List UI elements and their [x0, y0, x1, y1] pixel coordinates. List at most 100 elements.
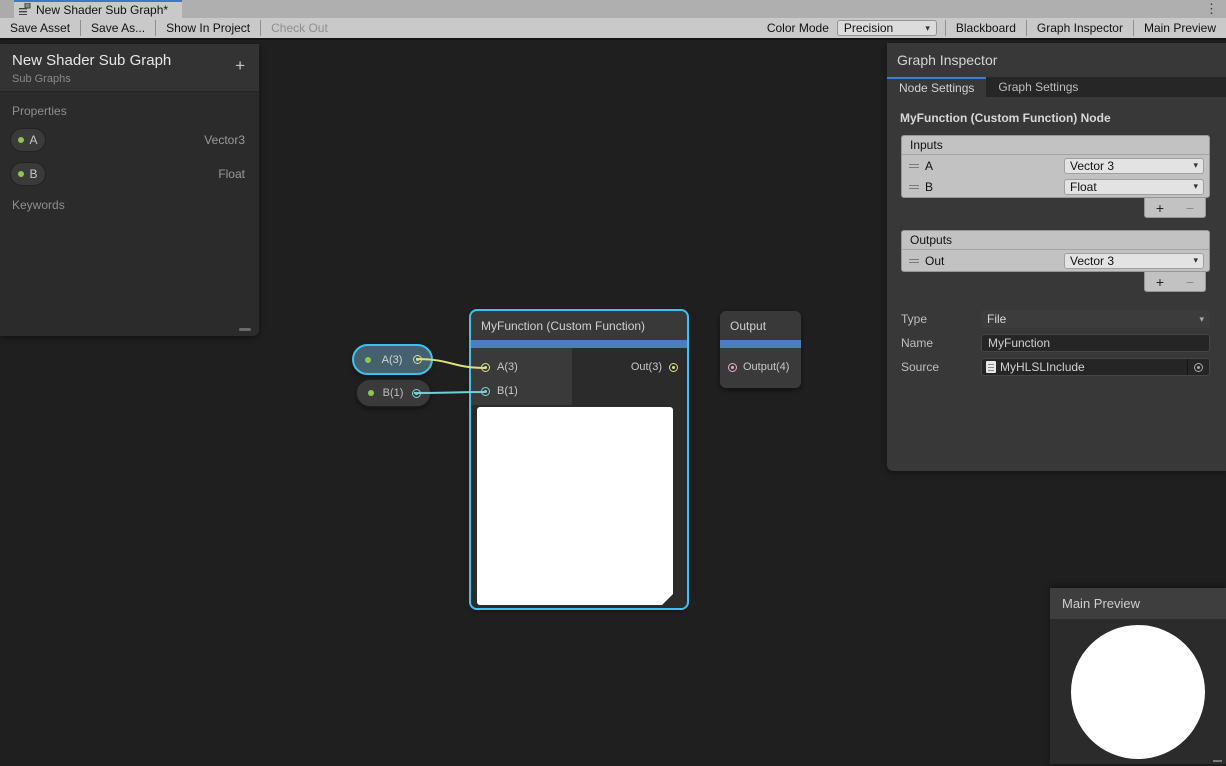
- input-port-row: B(1): [471, 379, 572, 403]
- node-title[interactable]: Output: [720, 311, 801, 340]
- node-input-ports: Output(4): [720, 348, 801, 388]
- input-port-row: Output(4): [720, 355, 801, 379]
- property-node-b[interactable]: B(1): [356, 379, 431, 407]
- graph-inspector-title: Graph Inspector: [887, 43, 1226, 77]
- input-type-value: Vector 3: [1070, 159, 1114, 173]
- outputs-list: Outputs Out Vector 3 ▾: [901, 230, 1210, 272]
- main-preview-toggle-button[interactable]: Main Preview: [1134, 18, 1226, 38]
- save-asset-button[interactable]: Save Asset: [0, 18, 80, 38]
- property-node-label: A(3): [377, 354, 407, 366]
- drag-handle-icon[interactable]: [909, 164, 919, 168]
- property-port-icon[interactable]: [412, 389, 421, 398]
- inspector-tab-bar: Node Settings Graph Settings: [887, 77, 1226, 97]
- input-type-dropdown[interactable]: Float ▾: [1064, 179, 1204, 195]
- shader-preview-sphere: [1071, 625, 1205, 759]
- tab-graph-settings[interactable]: Graph Settings: [986, 77, 1090, 97]
- input-type-dropdown[interactable]: Vector 3 ▾: [1064, 158, 1204, 174]
- outputs-list-row[interactable]: Out Vector 3 ▾: [902, 250, 1209, 271]
- input-port-label: B(1): [497, 385, 518, 397]
- output-node[interactable]: Output Output(4): [720, 311, 801, 388]
- blackboard-resize-handle[interactable]: [239, 328, 251, 331]
- drag-handle-icon[interactable]: [909, 259, 919, 263]
- chevron-down-icon: ▾: [1193, 181, 1198, 192]
- node-title[interactable]: MyFunction (Custom Function): [471, 311, 687, 340]
- name-label: Name: [901, 336, 981, 350]
- property-type: Float: [218, 167, 245, 181]
- port-output-icon[interactable]: [728, 363, 737, 372]
- preview-collapse-handle[interactable]: [662, 594, 673, 605]
- chevron-down-icon: ▾: [1199, 314, 1204, 325]
- exposed-property-dot: [365, 357, 371, 363]
- main-preview-panel: Main Preview: [1050, 588, 1226, 764]
- drag-handle-icon[interactable]: [909, 185, 919, 189]
- save-as-button[interactable]: Save As...: [81, 18, 155, 38]
- color-mode-label: Color Mode: [759, 21, 837, 35]
- input-name: A: [925, 159, 1064, 173]
- function-type-dropdown[interactable]: File ▾: [981, 310, 1210, 328]
- property-pill-b[interactable]: B: [10, 162, 46, 186]
- inputs-list-header: Inputs: [902, 136, 1209, 155]
- graph-inspector-toggle-button[interactable]: Graph Inspector: [1027, 18, 1133, 38]
- property-port-icon[interactable]: [413, 355, 422, 364]
- color-mode-dropdown[interactable]: Precision ▾: [837, 20, 937, 36]
- color-mode-value: Precision: [844, 21, 893, 35]
- property-node-label: B(1): [380, 387, 406, 399]
- sub-graph-asset-icon: [19, 3, 31, 18]
- input-port-label: A(3): [497, 361, 518, 373]
- graph-inspector-panel: Graph Inspector Node Settings Graph Sett…: [887, 43, 1226, 471]
- node-input-ports: A(3) B(1): [471, 348, 572, 405]
- output-port-row: Out(3): [572, 355, 687, 379]
- input-type-value: Float: [1070, 180, 1097, 194]
- node-ports: A(3) B(1) Out(3): [471, 348, 687, 405]
- inputs-list-row[interactable]: B Float ▾: [902, 176, 1209, 197]
- port-out-icon[interactable]: [669, 363, 678, 372]
- property-row: A Vector3: [10, 128, 245, 152]
- blackboard-toggle-button[interactable]: Blackboard: [946, 18, 1026, 38]
- object-picker-icon[interactable]: [1187, 359, 1209, 375]
- tab-node-settings[interactable]: Node Settings: [887, 77, 986, 97]
- blackboard-title: New Shader Sub Graph: [12, 52, 247, 69]
- property-name: A: [29, 133, 37, 147]
- add-input-button[interactable]: +: [1156, 199, 1164, 217]
- show-in-project-button[interactable]: Show In Project: [156, 18, 260, 38]
- shader-graph-toolbar: Save Asset Save As... Show In Project Ch…: [0, 18, 1226, 40]
- main-preview-title[interactable]: Main Preview: [1050, 588, 1226, 619]
- selected-node-heading: MyFunction (Custom Function) Node: [887, 97, 1226, 125]
- port-b-icon[interactable]: [481, 387, 490, 396]
- preview-resize-handle[interactable]: [1213, 760, 1222, 762]
- window-menu-icon[interactable]: ⋮: [1205, 1, 1218, 17]
- outputs-list-footer: + −: [887, 272, 1206, 292]
- source-row: Source MyHLSLInclude: [901, 358, 1210, 376]
- outputs-list-header: Outputs: [902, 231, 1209, 250]
- function-source-object-field[interactable]: MyHLSLInclude: [981, 358, 1210, 376]
- hlsl-file-icon: [986, 361, 996, 373]
- document-tab-label: New Shader Sub Graph*: [36, 3, 168, 17]
- add-property-button[interactable]: +: [235, 56, 245, 76]
- name-row: Name MyFunction: [901, 334, 1210, 352]
- blackboard-header: New Shader Sub Graph Sub Graphs +: [0, 44, 259, 92]
- remove-output-button[interactable]: −: [1186, 273, 1194, 291]
- function-name-input[interactable]: MyFunction: [981, 334, 1210, 352]
- properties-section-label: Properties: [0, 92, 259, 118]
- exposed-property-dot: [18, 137, 24, 143]
- chevron-down-icon: ▾: [925, 23, 930, 34]
- inputs-list: Inputs A Vector 3 ▾ B Float ▾: [901, 135, 1210, 198]
- output-type-dropdown[interactable]: Vector 3 ▾: [1064, 253, 1204, 269]
- input-port-row: A(3): [471, 355, 572, 379]
- keywords-section-label: Keywords: [0, 186, 259, 212]
- input-name: B: [925, 180, 1064, 194]
- check-out-button: Check Out: [261, 18, 338, 38]
- window-tab-bar: New Shader Sub Graph* ⋮: [0, 0, 1226, 18]
- port-a-icon[interactable]: [481, 363, 490, 372]
- property-node-a[interactable]: A(3): [352, 344, 433, 375]
- remove-input-button[interactable]: −: [1186, 199, 1194, 217]
- document-tab[interactable]: New Shader Sub Graph*: [14, 0, 182, 18]
- graph-canvas[interactable]: MyFunction (Custom Function) A(3) B(1) O…: [0, 40, 1226, 764]
- custom-function-node[interactable]: MyFunction (Custom Function) A(3) B(1) O…: [471, 311, 687, 608]
- add-output-button[interactable]: +: [1156, 273, 1164, 291]
- property-pill-a[interactable]: A: [10, 128, 46, 152]
- property-type: Vector3: [204, 133, 245, 147]
- inputs-list-row[interactable]: A Vector 3 ▾: [902, 155, 1209, 176]
- chevron-down-icon: ▾: [1193, 255, 1198, 266]
- blackboard-panel: New Shader Sub Graph Sub Graphs + Proper…: [0, 44, 259, 336]
